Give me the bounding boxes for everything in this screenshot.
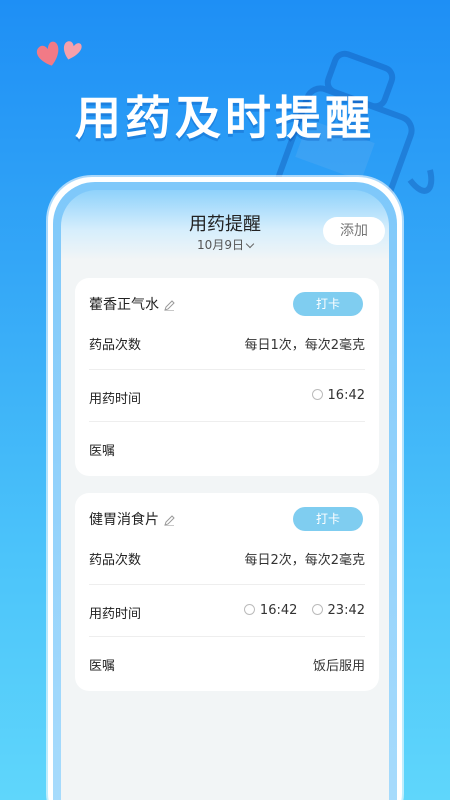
phone-mockup: 用药提醒 10月9日 添加 藿香正气水 打卡 药品次数 每日1次，每次2毫克 用… bbox=[48, 177, 402, 800]
hearts-decoration-icon bbox=[36, 41, 82, 66]
dosage-row: 药品次数 每日2次，每次2毫克 bbox=[89, 541, 365, 585]
app-screen: 用药提醒 10月9日 添加 藿香正气水 打卡 药品次数 每日1次，每次2毫克 用… bbox=[61, 190, 389, 800]
medication-name-text: 健胃消食片 bbox=[89, 512, 159, 528]
time-label: 用药时间 bbox=[89, 607, 142, 622]
medication-card: 健胃消食片 打卡 药品次数 每日2次，每次2毫克 用药时间 16:42 23:4… bbox=[75, 493, 379, 691]
dosage-row: 药品次数 每日1次，每次2毫克 bbox=[89, 326, 365, 370]
dosage-label: 药品次数 bbox=[89, 553, 142, 568]
date-label: 10月9日 bbox=[197, 238, 244, 252]
medication-name[interactable]: 藿香正气水 bbox=[89, 294, 175, 314]
time-item: 16:42 bbox=[243, 603, 298, 618]
dosage-value: 每日2次，每次2毫克 bbox=[244, 553, 365, 568]
advice-row[interactable]: 医嘱 饭后服用 bbox=[89, 637, 365, 689]
time-label: 用药时间 bbox=[89, 392, 142, 407]
time-item: 16:42 bbox=[311, 388, 365, 403]
dosage-value: 每日1次，每次2毫克 bbox=[244, 338, 365, 353]
time-values: 16:42 23:42 bbox=[234, 603, 365, 618]
card-header: 健胃消食片 打卡 bbox=[75, 493, 379, 541]
time-row[interactable]: 用药时间 16:42 23:42 bbox=[89, 585, 365, 637]
edit-icon[interactable] bbox=[164, 514, 175, 526]
check-in-button[interactable]: 打卡 bbox=[293, 507, 363, 531]
time-values: 16:42 bbox=[302, 388, 365, 403]
clock-icon bbox=[243, 604, 255, 615]
chevron-down-icon bbox=[245, 239, 255, 249]
advice-label: 医嘱 bbox=[89, 659, 116, 674]
advice-row[interactable]: 医嘱 bbox=[89, 422, 365, 474]
time-item: 23:42 bbox=[311, 603, 365, 618]
advice-value: 饭后服用 bbox=[312, 659, 365, 674]
add-button[interactable]: 添加 bbox=[323, 217, 385, 245]
time-text: 16:42 bbox=[327, 388, 365, 403]
medication-card: 藿香正气水 打卡 药品次数 每日1次，每次2毫克 用药时间 16:42 医嘱 bbox=[75, 278, 379, 476]
hero-title: 用药及时提醒 bbox=[75, 91, 375, 145]
time-text: 23:42 bbox=[327, 603, 365, 618]
check-in-button[interactable]: 打卡 bbox=[293, 292, 363, 316]
advice-label: 医嘱 bbox=[89, 444, 116, 459]
time-text: 16:42 bbox=[259, 603, 298, 618]
medication-name-text: 藿香正气水 bbox=[89, 297, 159, 313]
clock-icon bbox=[311, 389, 323, 400]
card-header: 藿香正气水 打卡 bbox=[75, 278, 379, 326]
app-header: 用药提醒 10月9日 添加 bbox=[61, 202, 389, 262]
time-row[interactable]: 用药时间 16:42 bbox=[89, 370, 365, 422]
clock-icon bbox=[311, 604, 323, 615]
dosage-label: 药品次数 bbox=[89, 338, 142, 353]
edit-icon[interactable] bbox=[164, 299, 175, 311]
medication-name[interactable]: 健胃消食片 bbox=[89, 509, 175, 529]
